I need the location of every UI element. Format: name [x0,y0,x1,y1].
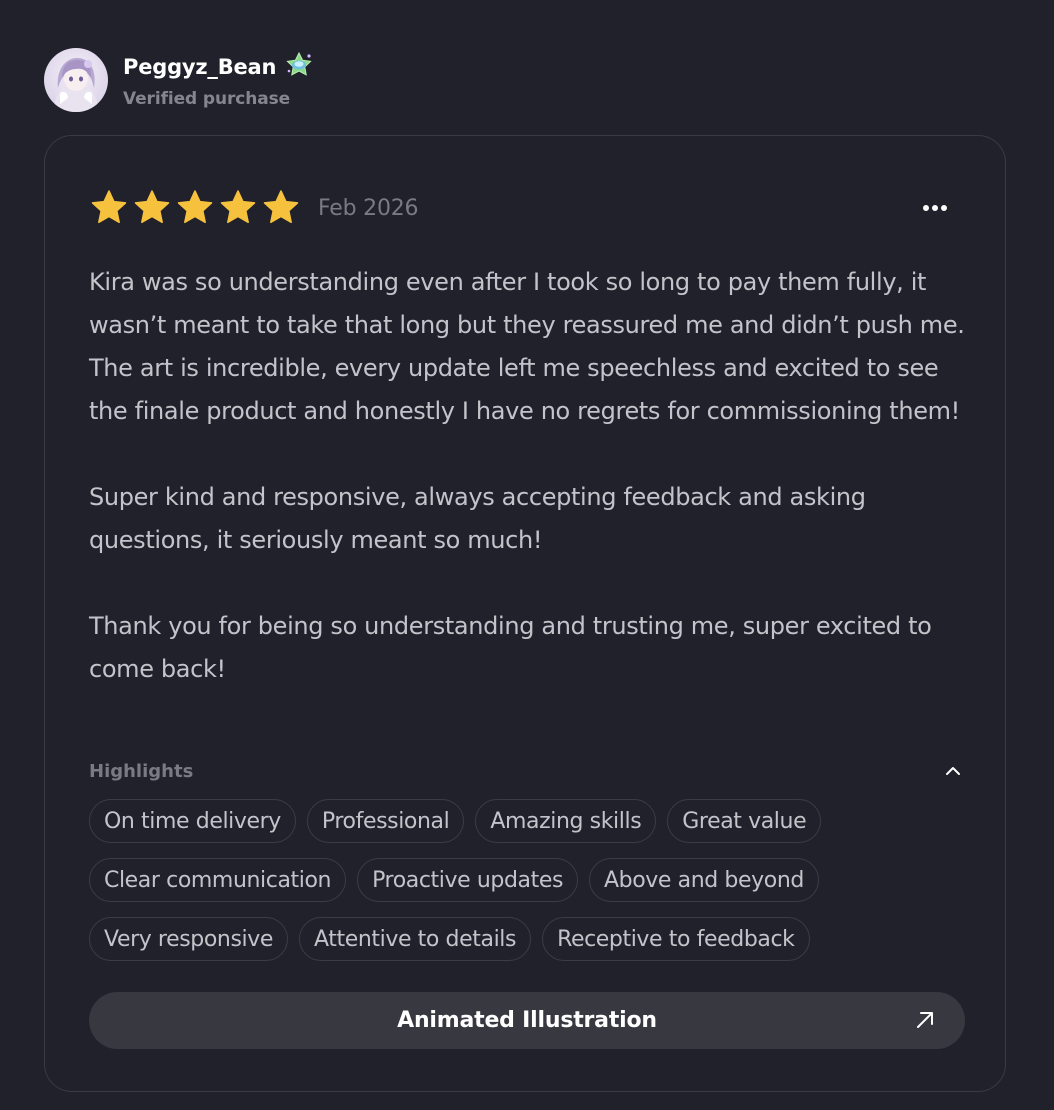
arrow-up-right-icon [917,1012,933,1028]
highlight-tags: On time delivery Professional Amazing sk… [89,799,969,976]
category-label: Animated Illustration [397,1008,657,1033]
green-star-badge-icon [284,51,314,83]
highlight-tag: Attentive to details [299,917,532,961]
review-paragraph: Thank you for being so understanding and… [89,612,932,683]
highlight-tag: Amazing skills [475,799,657,843]
avatar-image [44,48,108,112]
highlight-tag: Professional [306,799,465,843]
highlight-tag-row: Clear communication Proactive updates Ab… [89,858,969,902]
highlight-tag: Very responsive [89,917,288,961]
review-paragraph: Kira was so understanding even after I t… [89,268,965,425]
star-rating [89,188,304,228]
category-link-button[interactable]: Animated Illustration [89,992,965,1049]
review-card: Feb 2026 Kira was so understanding even … [44,135,1006,1092]
highlight-tag-row: On time delivery Professional Amazing sk… [89,799,969,843]
highlight-tag: On time delivery [89,799,296,843]
highlight-tag: Receptive to feedback [542,917,810,961]
rating-row: Feb 2026 [89,188,419,228]
highlight-tag: Above and beyond [589,858,819,902]
more-options-button[interactable] [917,194,953,222]
user-meta: Peggyz_Bean Verified purchase [123,51,314,109]
highlights-header: Highlights [89,758,965,784]
ellipsis-icon [923,205,947,211]
username[interactable]: Peggyz_Bean [123,55,276,79]
review-paragraph: Super kind and responsive, always accept… [89,483,866,554]
review-author-header: Peggyz_Bean Verified purchase [44,48,314,112]
highlights-label: Highlights [89,760,194,782]
highlight-tag: Clear communication [89,858,347,902]
chevron-up-icon [946,767,960,775]
verified-purchase-label: Verified purchase [123,89,291,109]
highlight-tag: Proactive updates [357,858,579,902]
star-icon [177,190,213,224]
star-icon [220,190,256,224]
user-name-row: Peggyz_Bean [123,51,314,83]
star-icon [91,190,127,224]
star-icon [263,190,299,224]
highlight-tag-row: Very responsive Attentive to details Rec… [89,917,969,961]
highlight-tag: Great value [667,799,822,843]
review-text: Kira was so understanding even after I t… [89,261,969,691]
review-date: Feb 2026 [318,195,419,221]
avatar[interactable] [44,48,108,112]
collapse-highlights-button[interactable] [941,759,965,783]
review-page: Peggyz_Bean Verified purchase Feb 2026 K… [0,0,1054,1110]
star-icon [134,190,170,224]
